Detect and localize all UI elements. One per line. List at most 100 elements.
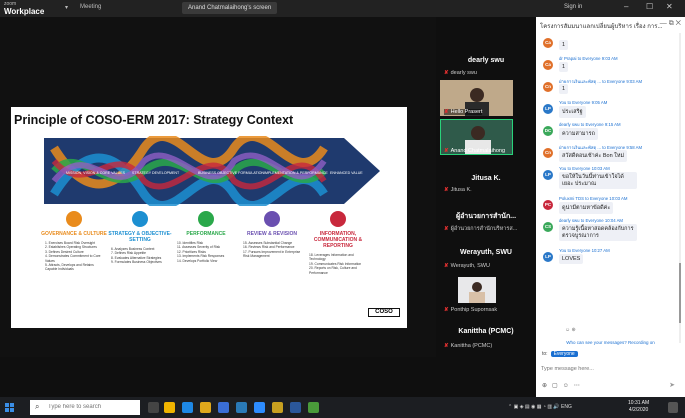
component-column: GOVERNANCE & CULTURE 1. Exercises Board R… xyxy=(41,211,107,301)
screen: zoom Workplace ▾ Meeting Anand Chatmalai… xyxy=(0,0,685,418)
line-app-icon[interactable] xyxy=(308,402,319,413)
components-grid: GOVERNANCE & CULTURE 1. Exercises Board R… xyxy=(41,211,371,301)
word-icon[interactable] xyxy=(290,402,301,413)
message-body: ความรู้เนื้อหาสอดคล้องกับการตรวจบูรณาการ xyxy=(559,224,637,241)
chat-message[interactable]: LP You to Everyone 9:05 AM ประเสริฐ xyxy=(536,99,685,121)
meeting-label[interactable]: Meeting xyxy=(80,4,101,10)
zoom-app-icon[interactable] xyxy=(254,402,265,413)
component-title: INFORMATION, COMMUNICATION & REPORTING xyxy=(313,231,363,249)
scrollbar-thumb[interactable] xyxy=(679,263,681,323)
clock-time: 10:31 AM xyxy=(628,400,650,406)
coso-logo: COSO xyxy=(368,308,400,317)
reaction-buttons[interactable]: ☺ ⊕ xyxy=(565,327,576,333)
emoji-icon[interactable]: ☺ xyxy=(563,383,569,389)
sender-avatar: DC xyxy=(543,126,553,136)
participant-name: Jitusa K. xyxy=(471,175,501,182)
principle-item: 17. Pursues Improvement in Enterprise Ri… xyxy=(243,249,301,259)
chat-message[interactable]: Ca dr Prapai to Everyone 9:03 AM 1 xyxy=(536,55,685,77)
windows-start-icon[interactable] xyxy=(5,403,14,412)
chat-message-list[interactable]: Ca 1 Ca dr Prapai to Everyone 9:03 AM 1 Cn ฝ่า… xyxy=(536,33,685,343)
message-body: 1 xyxy=(559,62,569,72)
more-icon[interactable]: ⋯ xyxy=(574,383,580,389)
helix-label: IMPLEMENTATION & PERFORMANCE xyxy=(264,171,328,175)
chat-message[interactable]: CS dearly swu to Everyone 10:04 AM ความรู้… xyxy=(536,217,685,247)
mail-icon[interactable] xyxy=(236,402,247,413)
chat-title: โครงการสัมมนาแลกเปลี่ยนผู้บริหาร เรื่อง … xyxy=(540,24,663,30)
component-column: REVIEW & REVISION 15. Assesses Substantia… xyxy=(239,211,305,301)
message-body: ความสามารถ xyxy=(559,128,598,140)
chevron-down-icon[interactable]: ▾ xyxy=(65,4,68,11)
screen-share-indicator[interactable]: Anand Chatmalaihong's screen xyxy=(182,2,278,14)
participant-name: Werayuth, SWU xyxy=(460,249,512,256)
chat-message[interactable]: DC dearly swu to Everyone 9:15 AM ความสามา… xyxy=(536,121,685,143)
attach-file-icon[interactable]: ⊕ xyxy=(542,383,547,389)
message-body: สวัสดีตอนเช้าค่ะ Bon ใหม่ xyxy=(559,150,628,162)
chat-message[interactable]: PC Poluxmi TDS to Everyone 10:03 AM ดูน่าม… xyxy=(536,195,685,217)
chat-panel: โครงการสัมมนาแลกเปลี่ยนผู้บริหาร เรื่อง … xyxy=(536,17,685,397)
who-can-see-messages[interactable]: Who can see your messages? Recording on xyxy=(536,337,685,349)
mic-muted-icon: ✘ xyxy=(444,263,449,269)
slide-title: Principle of COSO-ERM 2017: Strategy Con… xyxy=(14,113,294,127)
edge-browser-icon[interactable] xyxy=(182,402,193,413)
recipient-dropdown[interactable]: Everyone xyxy=(550,351,578,357)
chat-message[interactable]: Ca 1 xyxy=(536,33,685,55)
system-tray-icons[interactable]: ⌃ ▣ ◈ ▤ ◉ ▦ ◔ ▥ 🔊 ENG xyxy=(508,404,572,410)
principle-item: 20. Reports on Risk, Culture and Perform… xyxy=(309,266,357,275)
recipient-selector[interactable]: to: Everyone xyxy=(542,351,578,357)
sign-in-button[interactable]: Sign in xyxy=(564,4,582,10)
participant-label: ✘ Hello Prasert xyxy=(444,109,483,115)
screenshot-icon[interactable]: ▢ xyxy=(552,383,558,389)
task-view-icon[interactable] xyxy=(148,402,159,413)
helix-label: ENHANCED VALUE xyxy=(330,171,363,175)
store-icon[interactable] xyxy=(218,402,229,413)
send-icon[interactable]: ➤ xyxy=(669,381,675,389)
sender-avatar: PC xyxy=(543,200,553,210)
component-icon xyxy=(264,211,280,227)
file-explorer-icon[interactable] xyxy=(200,402,211,413)
mic-muted-icon: ✘ xyxy=(444,307,449,313)
taskbar-clock[interactable]: 10:31 AM 4/2/2020 xyxy=(628,400,649,414)
message-meta: You to Everyone 9:05 AM xyxy=(559,100,608,105)
principle-item: 4. Demonstrates Commitment to Core Value… xyxy=(45,254,101,263)
close-chat-icon[interactable]: — ⧉ ✕ xyxy=(660,20,681,28)
title-bar: zoom Workplace ▾ Meeting Anand Chatmalai… xyxy=(0,0,685,17)
sender-avatar: Ca xyxy=(543,60,553,70)
participant-video[interactable] xyxy=(458,277,496,303)
chat-message[interactable]: Cn ฝ่ายการเงินและพัสดุ ... to Everyone 9:… xyxy=(536,143,685,165)
notifications-icon[interactable] xyxy=(668,402,678,413)
participant-name: Kanittha (PCMC) xyxy=(458,328,514,335)
message-meta: ฝ่ายการเงินและพัสดุ ... to Everyone 9:03… xyxy=(559,79,643,84)
chat-message[interactable]: LP You to Everyone 10:03 AM ขอให้ในวันนี้ท… xyxy=(536,165,685,195)
app-name-line2: Workplace xyxy=(4,7,45,16)
sender-avatar: CS xyxy=(543,222,553,232)
close-icon[interactable]: ✕ xyxy=(666,2,673,11)
participant-label: ✘ ผู้อำนวยการสำนักบริหารส... xyxy=(444,226,518,232)
person-silhouette-icon xyxy=(458,277,496,303)
message-body: ขอให้ในวันนี้ท่านเข้าใจได้เยอะ ประมาณ xyxy=(559,172,637,189)
principle-list: 18. Leverages Information and Technology… xyxy=(305,253,371,275)
search-icon: ⌕ xyxy=(35,402,40,411)
message-meta: dearly swu to Everyone 9:15 AM xyxy=(559,122,621,127)
weather-icon[interactable] xyxy=(164,402,175,413)
chat-message-input[interactable] xyxy=(541,362,681,376)
shared-screen: Principle of COSO-ERM 2017: Strategy Con… xyxy=(0,17,436,357)
taskbar-search-input[interactable] xyxy=(30,400,140,415)
chat-message[interactable]: Cn ฝ่ายการเงินและพัสดุ ... to Everyone 9:… xyxy=(536,77,685,99)
participant-label: ✘ Ponthip Supornsak xyxy=(444,307,498,313)
component-column: STRATEGY & OBJECTIVE-SETTING 6. Analyzes … xyxy=(107,211,173,301)
presentation-slide: Principle of COSO-ERM 2017: Strategy Con… xyxy=(11,107,407,328)
mic-muted-icon: ✘ xyxy=(444,226,449,232)
principle-item: 14. Develops Portfolio View xyxy=(177,258,218,263)
component-title: REVIEW & REVISION xyxy=(246,231,297,237)
maximize-icon[interactable]: ☐ xyxy=(646,2,653,11)
chat-message[interactable]: LP You to Everyone 10:27 AM LOVES xyxy=(536,247,685,269)
sender-avatar: Cn xyxy=(543,148,553,158)
component-column: PERFORMANCE 10. Identifies Risk 11. Assess… xyxy=(173,211,239,301)
chat-toolbar: ⊕ ▢ ☺ ⋯ xyxy=(542,382,585,389)
principle-item: 18. Leverages Information and Technology xyxy=(309,253,354,262)
message-meta: Poluxmi TDS to Everyone 10:03 AM xyxy=(559,196,628,201)
minimize-icon[interactable]: – xyxy=(624,2,628,11)
windows-taskbar: ⌕ ⌃ ▣ ◈ ▤ ◉ ▦ ◔ ▥ 🔊 ENG 10:31 AM 4/2/202… xyxy=(0,397,685,418)
chrome-icon[interactable] xyxy=(272,402,283,413)
chat-scrollbar[interactable] xyxy=(679,33,681,343)
